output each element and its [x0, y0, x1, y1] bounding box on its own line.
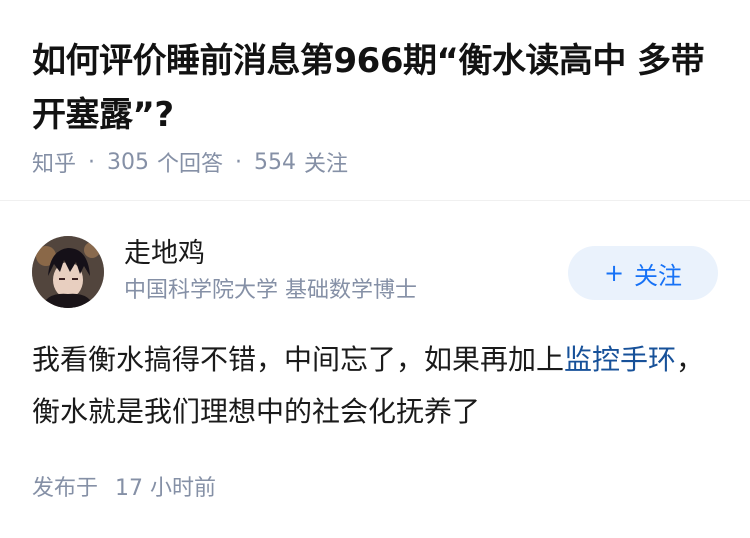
avatar[interactable] — [32, 236, 104, 308]
answer-link[interactable]: 监控手环 — [564, 343, 676, 376]
question-header: 如何评价睡前消息第966期“衡水读高中 多带开塞露”? — [32, 34, 722, 142]
separator-dot: · — [235, 149, 243, 175]
answer-count-label[interactable]: 个回答 — [157, 146, 223, 178]
answer-count: 305 — [107, 149, 150, 175]
author-name[interactable]: 走地鸡 — [124, 236, 205, 272]
publish-time: 发布于 17 小时前 — [32, 470, 216, 502]
publish-label: 发布于 — [32, 476, 99, 501]
author-bio: 中国科学院大学 基础数学博士 — [124, 278, 417, 303]
author-card: 走地鸡 中国科学院大学 基础数学博士 + 关注 — [32, 236, 718, 308]
answer-content: 我看衡水搞得不错，中间忘了，如果再加上监控手环，衡水就是我们理想中的社会化抚养了 — [32, 334, 718, 438]
source-label[interactable]: 知乎 — [32, 146, 76, 178]
follow-count-label: 关注 — [304, 152, 349, 177]
follow-button[interactable]: + 关注 — [568, 246, 718, 300]
publish-time-value: 17 小时前 — [115, 476, 217, 501]
divider — [0, 200, 750, 201]
question-title[interactable]: 如何评价睡前消息第966期“衡水读高中 多带开塞露”? — [32, 34, 722, 142]
plus-icon: + — [603, 259, 625, 287]
question-meta: 知乎 · 305 个回答 · 554 关注 — [32, 146, 348, 178]
separator-dot: · — [88, 149, 96, 175]
answer-text: 我看衡水搞得不错，中间忘了，如果再加上 — [32, 343, 565, 376]
follow-count: 554 — [254, 149, 297, 175]
follow-button-label: 关注 — [634, 261, 683, 290]
